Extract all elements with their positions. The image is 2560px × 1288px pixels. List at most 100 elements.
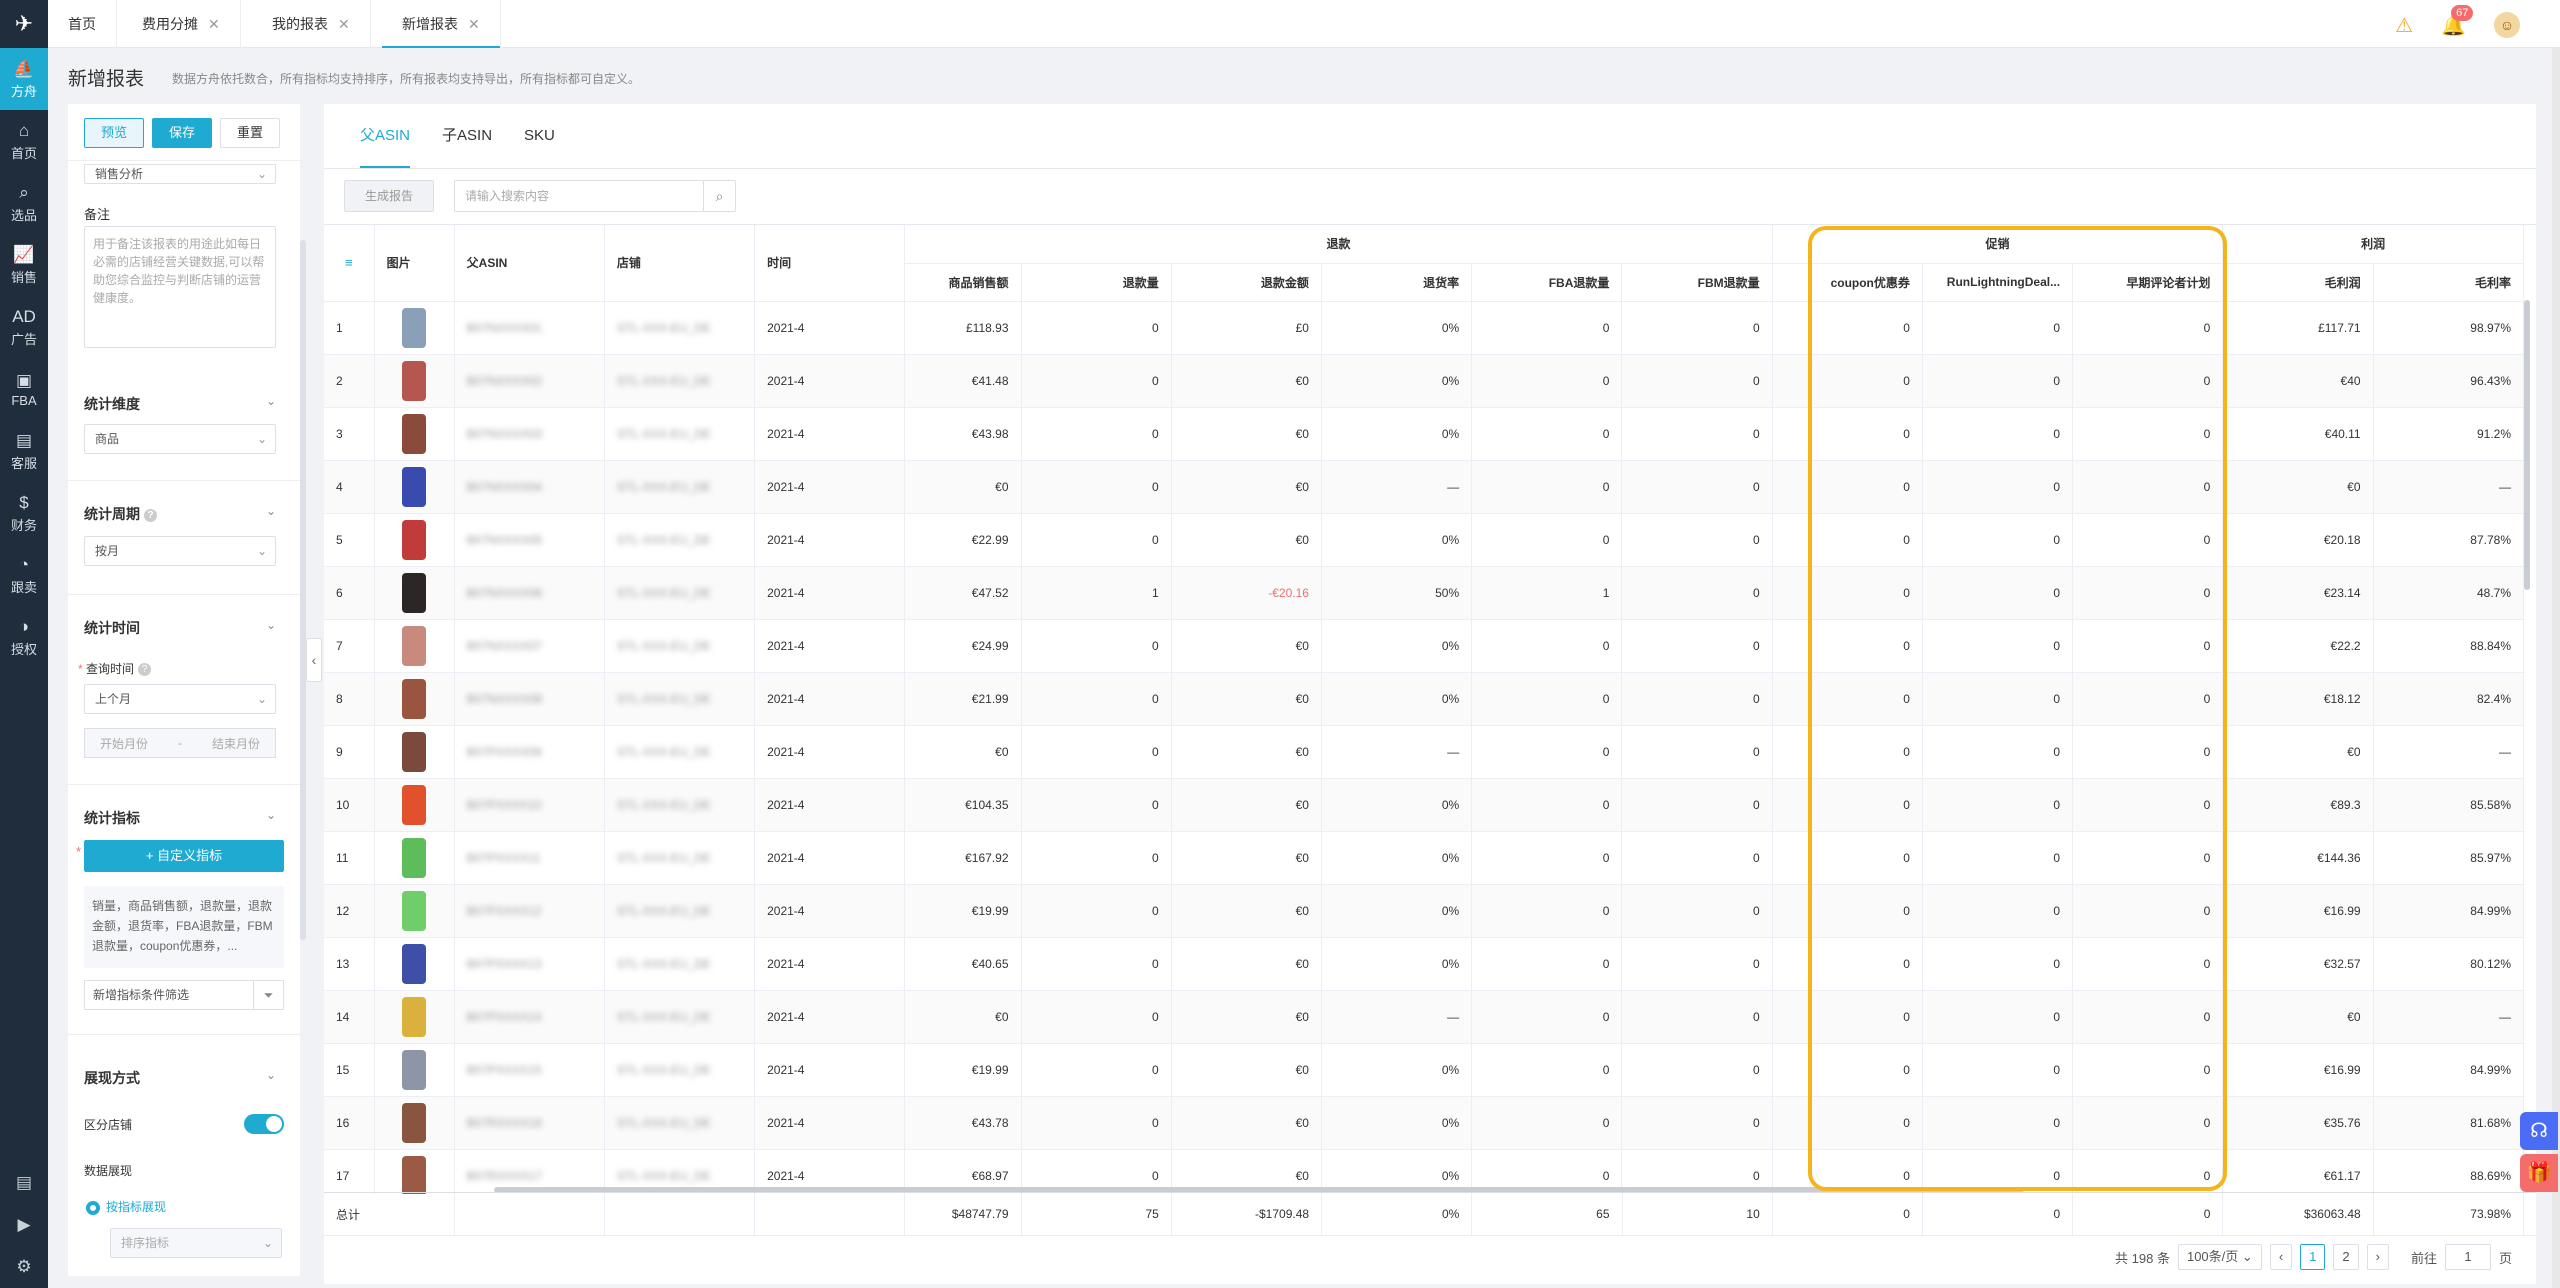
nav-item-1[interactable]: ⌂ 首页 (0, 110, 48, 172)
table-row[interactable]: 14 B07PXXXX14 STL-XXX-EU_DE 2021-4 €0 0 €0 — 0 0 0… (324, 990, 2525, 1044)
header-coupon[interactable]: coupon优惠券 (1772, 263, 1923, 302)
search-input[interactable]: 请输入搜索内容 ⌕ (454, 180, 736, 212)
header-store[interactable]: 店铺 (604, 225, 756, 302)
gift-icon[interactable]: 🎁 (2520, 1154, 2558, 1192)
filter-icon[interactable]: ⏷ (253, 981, 283, 1009)
play-icon[interactable]: ▶ (0, 1204, 48, 1246)
nav-item-2[interactable]: ⌕ 选品 (0, 172, 48, 234)
section-metrics[interactable]: 统计指标 ⌄ (84, 808, 276, 828)
add-custom-metric-button[interactable]: + 自定义指标 (84, 840, 284, 872)
product-image[interactable] (402, 784, 427, 825)
generate-report-button[interactable]: 生成报告 (344, 180, 435, 212)
start-month[interactable]: 开始月份 (100, 735, 148, 752)
help-icon[interactable]: ? (144, 508, 157, 522)
product-image[interactable] (402, 837, 427, 878)
header-gross-profit[interactable]: 毛利润 (2222, 263, 2374, 302)
header-parent-asin[interactable]: 父ASIN (454, 225, 605, 302)
document-icon[interactable]: ▤ (0, 1162, 48, 1204)
product-image[interactable] (402, 625, 427, 666)
page-2[interactable]: 2 (2333, 1244, 2359, 1270)
table-row[interactable]: 3 B07NXXXX03 STL-XXX-EU_DE 2021-4 €43.98 0 €0 0… (324, 407, 2525, 461)
collapse-panel-button[interactable]: ‹ (306, 638, 322, 682)
month-range-picker[interactable]: 开始月份 - 结束月份 (84, 728, 276, 758)
help-icon[interactable]: ? (138, 663, 152, 677)
header-fbm-refund[interactable]: FBM退款量 (1621, 263, 1773, 302)
header-lightning-deal[interactable]: RunLightningDeal... (1922, 263, 2074, 302)
tab-cost-allocation[interactable]: 费用分摊 ✕ (122, 0, 241, 48)
page-1[interactable]: 1 (2300, 1244, 2326, 1270)
header-gross-margin[interactable]: 毛利率 (2373, 263, 2525, 302)
nav-item-5[interactable]: ▣ FBA (0, 358, 48, 420)
table-row[interactable]: 8 B07NXXXX08 STL-XXX-EU_DE 2021-4 €21.99 0 €0 0… (324, 672, 2525, 726)
product-image[interactable] (402, 466, 427, 507)
preview-button[interactable]: 预览 (84, 118, 145, 148)
product-image[interactable] (402, 1102, 427, 1143)
nav-item-0[interactable]: ⛵ 方舟 (0, 48, 48, 110)
nav-item-7[interactable]: $ 财务 (0, 482, 48, 544)
table-vertical-scrollbar[interactable] (2524, 300, 2530, 590)
close-icon[interactable]: ✕ (208, 16, 220, 32)
tab-child-asin[interactable]: 子ASIN (426, 104, 508, 168)
query-time-select[interactable]: 上个月 ⌄ (84, 684, 276, 714)
by-metric-radio[interactable]: 按指标展现 (86, 1198, 166, 1215)
warning-icon[interactable]: ⚠ (2395, 13, 2413, 38)
table-row[interactable]: 2 B07NXXXX02 STL-XXX-EU_DE 2021-4 €41.48 0 €0 0… (324, 354, 2525, 408)
product-image[interactable] (402, 890, 427, 931)
section-dimension[interactable]: 统计维度 ⌄ (84, 394, 276, 414)
avatar[interactable]: ☺ (2494, 12, 2520, 38)
remark-textarea[interactable]: 用于备注该报表的用途此如每日必需的店铺经营关键数据,可以帮助您综合监控与判断店铺… (84, 226, 276, 348)
table-row[interactable]: 7 B07NXXXX07 STL-XXX-EU_DE 2021-4 €24.99 0 €0 0… (324, 619, 2525, 673)
panel-scrollbar[interactable] (300, 240, 306, 940)
table-row[interactable]: 4 B07NXXXX04 STL-XXX-EU_DE 2021-4 €0 0 €0 — 0 0 0 0… (324, 460, 2525, 514)
period-select[interactable]: 按月 ⌄ (84, 536, 276, 566)
close-icon[interactable]: ✕ (338, 16, 350, 32)
product-image[interactable] (402, 360, 427, 401)
metrics-summary[interactable]: 销量，商品销售额，退款量，退款金额，退货率，FBA退款量，FBM退款量，coup… (84, 886, 284, 968)
tab-home[interactable]: 首页 (48, 0, 117, 48)
product-image[interactable] (402, 1155, 427, 1194)
product-image[interactable] (402, 1049, 427, 1090)
table-row[interactable]: 5 B07NXXXX05 STL-XXX-EU_DE 2021-4 €22.99 0 €0 0… (324, 513, 2525, 567)
close-icon[interactable]: ✕ (468, 16, 480, 32)
next-page-button[interactable]: › (2366, 1244, 2389, 1270)
reset-button[interactable]: 重置 (220, 118, 281, 148)
header-time[interactable]: 时间 (754, 225, 906, 302)
header-early-review[interactable]: 早期评论者计划 (2072, 263, 2224, 302)
headset-icon[interactable]: ☊ (2520, 1112, 2558, 1150)
header-sales[interactable]: 商品销售额 (904, 263, 1022, 302)
section-time[interactable]: 统计时间 ⌄ (84, 618, 276, 638)
nav-item-9[interactable]: ◑ 授权 (0, 606, 48, 668)
end-month[interactable]: 结束月份 (212, 735, 260, 752)
logo-icon[interactable]: ✈ (0, 0, 48, 48)
analysis-type-select[interactable]: 销售分析 ⌄ (84, 164, 276, 184)
nav-item-3[interactable]: 📈 销售 (0, 234, 48, 296)
product-image[interactable] (402, 731, 427, 772)
table-row[interactable]: 16 B07RXXXX16 STL-XXX-EU_DE 2021-4 €43.78 0 €0… (324, 1096, 2525, 1150)
tab-my-reports[interactable]: 我的报表 ✕ (252, 0, 371, 48)
header-fba-refund[interactable]: FBA退款量 (1471, 263, 1623, 302)
metric-filter-input[interactable]: 新增指标条件筛选 ⏷ (84, 980, 284, 1010)
table-row[interactable]: 6 B07NXXXX06 STL-XXX-EU_DE 2021-4 €47.52 1 -€2… (324, 566, 2525, 620)
table-row[interactable]: 1 B07NXXXX01 STL-XXX-EU_DE 2021-4 £118.93 0 £0… (324, 301, 2525, 355)
table-row[interactable]: 13 B07PXXXX13 STL-XXX-EU_DE 2021-4 €40.65 0 €0… (324, 937, 2525, 991)
save-button[interactable]: 保存 (152, 118, 213, 148)
table-row[interactable]: 10 B07PXXXX10 STL-XXX-EU_DE 2021-4 €104.35 0 €… (324, 778, 2525, 832)
search-icon[interactable]: ⌕ (703, 181, 735, 211)
header-refund-amount[interactable]: 退款金额 (1171, 263, 1322, 302)
table-row[interactable]: 9 B07PXXXX09 STL-XXX-EU_DE 2021-4 €0 0 €0 — 0 0 0 0… (324, 725, 2525, 779)
page-size-select[interactable]: 100条/页 ⌄ (2177, 1244, 2262, 1270)
product-image[interactable] (402, 413, 427, 454)
section-display[interactable]: 展现方式 ⌄ (84, 1068, 276, 1088)
sort-metric-select[interactable]: 排序指标 ⌄ (110, 1228, 282, 1258)
sort-column-header[interactable]: ≡ (324, 225, 375, 302)
table-row[interactable]: 15 B07PXXXX15 STL-XXX-EU_DE 2021-4 €19.99 0 €0… (324, 1043, 2525, 1097)
product-image[interactable] (402, 996, 427, 1037)
nav-item-8[interactable]: ◔ 跟卖 (0, 544, 48, 606)
split-store-toggle[interactable] (244, 1114, 284, 1134)
tab-sku[interactable]: SKU (508, 104, 571, 168)
dimension-select[interactable]: 商品 ⌄ (84, 424, 276, 454)
nav-item-4[interactable]: AD 广告 (0, 296, 48, 358)
header-return-rate[interactable]: 退货率 (1321, 263, 1473, 302)
bell-icon[interactable]: 🔔 67 (2441, 4, 2474, 38)
prev-page-button[interactable]: ‹ (2269, 1244, 2293, 1270)
